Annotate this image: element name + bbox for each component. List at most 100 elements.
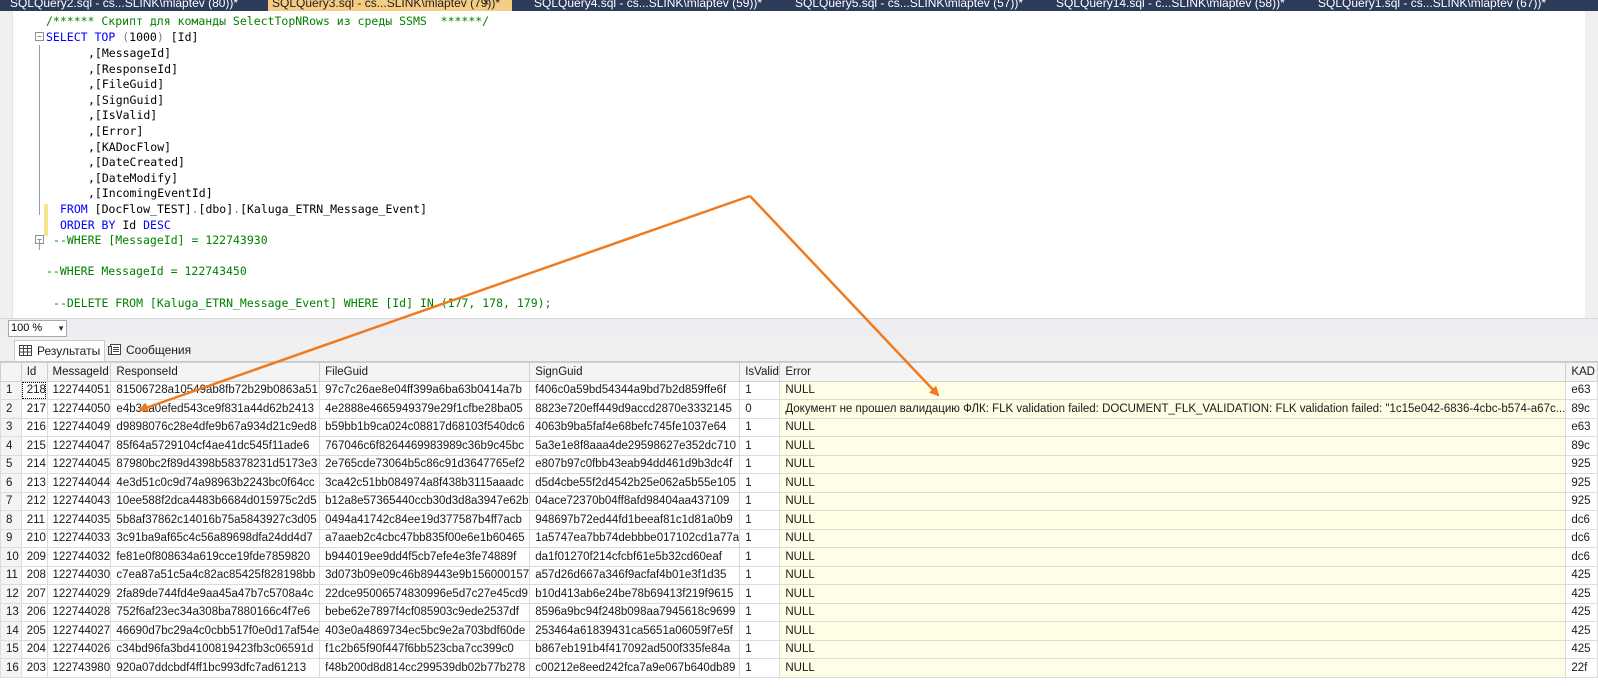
cell-error[interactable]: NULL <box>779 417 1567 437</box>
table-row[interactable]: 1 218 122744051 81506728a10549ab8fb72b29b08… <box>0 380 1598 400</box>
cell-signguid[interactable]: 5a3e1e8f8aaa4de29598627e352dc710 <box>529 436 741 456</box>
cell-fileguid[interactable]: bebe62e7897f4cf085903c9ede2537df <box>319 602 531 622</box>
cell-isvalid[interactable]: 1 <box>739 417 781 437</box>
row-number[interactable]: 10 <box>0 547 22 567</box>
cell-isvalid[interactable]: 1 <box>739 565 781 585</box>
row-number[interactable]: 7 <box>0 491 22 511</box>
cell-messageid[interactable]: 122744027 <box>46 621 112 641</box>
cell-kad[interactable]: dc6 <box>1565 547 1598 567</box>
tab-sqlquery1[interactable]: SQLQuery1.sql - cs...SLINK\mlaptev (67))… <box>1314 0 1550 11</box>
cell-kad[interactable]: 425 <box>1565 565 1598 585</box>
cell-id[interactable]: 204 <box>20 639 48 659</box>
table-row[interactable]: 4 215 122744047 85f64a5729104cf4ae41dc545f1… <box>0 436 1598 456</box>
cell-kad[interactable]: 925 <box>1565 454 1598 474</box>
cell-responseid[interactable]: 5b8af37862c14016b75a5843927c3d05 <box>110 510 321 530</box>
results-grid[interactable]: Id MessageId ResponseId FileGuid SignGui… <box>0 362 1598 695</box>
cell-kad[interactable]: 22f <box>1565 658 1598 678</box>
table-row[interactable]: 10 209 122744032 fe81e0f808634a619cce19fde7… <box>0 547 1598 567</box>
cell-id[interactable]: 218 <box>20 380 48 400</box>
cell-messageid[interactable]: 122744047 <box>46 436 112 456</box>
column-header[interactable]: IsValid <box>739 362 781 382</box>
cell-responseid[interactable]: 46690d7bc29a4c0cbb517f0e0d17af54e <box>110 621 321 641</box>
cell-error[interactable]: NULL <box>779 547 1567 567</box>
cell-fileguid[interactable]: 0494a41742c84ee19d377587b4ff7acb <box>319 510 531 530</box>
cell-error[interactable]: NULL <box>779 602 1567 622</box>
cell-kad[interactable]: e63 <box>1565 380 1598 400</box>
column-header[interactable]: KAD <box>1565 362 1598 382</box>
cell-id[interactable]: 203 <box>20 658 48 678</box>
cell-isvalid[interactable]: 1 <box>739 510 781 530</box>
cell-responseid[interactable]: 87980bc2f89d4398b58378231d5173e3 <box>110 454 321 474</box>
cell-messageid[interactable]: 122744032 <box>46 547 112 567</box>
row-number[interactable]: 2 <box>0 399 22 419</box>
table-row[interactable]: 13 206 122744028 752f6af23ec34a308ba7880166… <box>0 602 1598 622</box>
cell-error[interactable]: NULL <box>779 436 1567 456</box>
table-row[interactable]: 12 207 122744029 2fa89de744fd4e9aa45a47b7c5… <box>0 584 1598 604</box>
cell-responseid[interactable]: 920a07ddcbdf4ff1bc993dfc7ad61213 <box>110 658 321 678</box>
cell-signguid[interactable]: 4063b9ba5faf4e68befc745fe1037e64 <box>529 417 741 437</box>
row-number[interactable]: 8 <box>0 510 22 530</box>
tab-results[interactable]: Результаты <box>14 340 106 361</box>
table-row[interactable]: 16 203 122743980 920a07ddcbdf4ff1bc993dfc7a… <box>0 658 1598 678</box>
cell-isvalid[interactable]: 1 <box>739 547 781 567</box>
cell-fileguid[interactable]: a7aaeb2c4cbc47bb835f00e6e1b60465 <box>319 528 531 548</box>
cell-fileguid[interactable]: 403e0a4869734ec5bc9e2a703bdf60de <box>319 621 531 641</box>
cell-isvalid[interactable]: 1 <box>739 473 781 493</box>
table-row[interactable]: 14 205 122744027 46690d7bc29a4c0cbb517f0e0d… <box>0 621 1598 641</box>
cell-responseid[interactable]: c7ea87a51c5a4c82ac85425f828198bb <box>110 565 321 585</box>
cell-id[interactable]: 212 <box>20 491 48 511</box>
zoom-select[interactable]: 100 % ▼ <box>8 320 67 337</box>
cell-kad[interactable]: e63 <box>1565 417 1598 437</box>
column-header[interactable]: Id <box>20 362 48 382</box>
table-row[interactable]: 8 211 122744035 5b8af37862c14016b75a5843927… <box>0 510 1598 530</box>
cell-kad[interactable]: 425 <box>1565 602 1598 622</box>
cell-kad[interactable]: 425 <box>1565 621 1598 641</box>
cell-responseid[interactable]: 85f64a5729104cf4ae41dc545f11ade6 <box>110 436 321 456</box>
cell-responseid[interactable]: 3c91ba9af65c4c56a89698dfa24dd4d7 <box>110 528 321 548</box>
cell-messageid[interactable]: 122744050 <box>46 399 112 419</box>
cell-messageid[interactable]: 122744030 <box>46 565 112 585</box>
cell-messageid[interactable]: 122744029 <box>46 584 112 604</box>
editor-vertical-scrollbar[interactable] <box>1585 11 1598 318</box>
cell-responseid[interactable]: 4e3d51c0c9d74a98963b2243bc0f64cc <box>110 473 321 493</box>
row-number[interactable]: 9 <box>0 528 22 548</box>
cell-isvalid[interactable]: 1 <box>739 454 781 474</box>
row-number[interactable]: 6 <box>0 473 22 493</box>
cell-fileguid[interactable]: 97c7c26ae8e04ff399a6ba63b0414a7b <box>319 380 531 400</box>
cell-error[interactable]: NULL <box>779 639 1567 659</box>
cell-id[interactable]: 215 <box>20 436 48 456</box>
cell-isvalid[interactable]: 1 <box>739 639 781 659</box>
cell-isvalid[interactable]: 1 <box>739 528 781 548</box>
row-number[interactable]: 11 <box>0 565 22 585</box>
cell-id[interactable]: 209 <box>20 547 48 567</box>
cell-messageid[interactable]: 122744049 <box>46 417 112 437</box>
cell-signguid[interactable]: 253464a61839431ca5651a06059f7e5f <box>529 621 741 641</box>
cell-signguid[interactable]: f406c0a59bd54344a9bd7b2d859ffe6f <box>529 380 741 400</box>
cell-kad[interactable]: dc6 <box>1565 510 1598 530</box>
cell-responseid[interactable]: 752f6af23ec34a308ba7880166c4f7e6 <box>110 602 321 622</box>
row-number[interactable]: 13 <box>0 602 22 622</box>
column-header[interactable]: FileGuid <box>319 362 531 382</box>
cell-messageid[interactable]: 122744035 <box>46 510 112 530</box>
cell-id[interactable]: 207 <box>20 584 48 604</box>
cell-fileguid[interactable]: 3d073b09e09c46b89443e9b156000157 <box>319 565 531 585</box>
cell-fileguid[interactable]: 2e765cde73064b5c86c91d3647765ef2 <box>319 454 531 474</box>
cell-kad[interactable]: 425 <box>1565 584 1598 604</box>
cell-error[interactable]: NULL <box>779 454 1567 474</box>
cell-error[interactable]: NULL <box>779 380 1567 400</box>
cell-responseid[interactable]: fe81e0f808634a619cce19fde7859820 <box>110 547 321 567</box>
cell-fileguid[interactable]: b944019ee9dd4f5cb7efe4e3fe74889f <box>319 547 531 567</box>
cell-id[interactable]: 217 <box>20 399 48 419</box>
row-number[interactable]: 1 <box>0 380 22 400</box>
cell-id[interactable]: 205 <box>20 621 48 641</box>
cell-kad[interactable]: 425 <box>1565 639 1598 659</box>
tab-close-icon[interactable]: × <box>483 0 489 11</box>
cell-error[interactable]: NULL <box>779 621 1567 641</box>
cell-isvalid[interactable]: 1 <box>739 658 781 678</box>
cell-signguid[interactable]: 8596a9bc94f248b098aa7945618c9699 <box>529 602 741 622</box>
tab-sqlquery14[interactable]: SQLQuery14.sql - c...SLINK\mlaptev (58))… <box>1052 0 1289 11</box>
column-header[interactable]: Error <box>779 362 1567 382</box>
collapse-select-icon[interactable]: − <box>35 32 44 41</box>
table-row[interactable]: 6 213 122744044 4e3d51c0c9d74a98963b2243bc0… <box>0 473 1598 493</box>
cell-messageid[interactable]: 122744044 <box>46 473 112 493</box>
